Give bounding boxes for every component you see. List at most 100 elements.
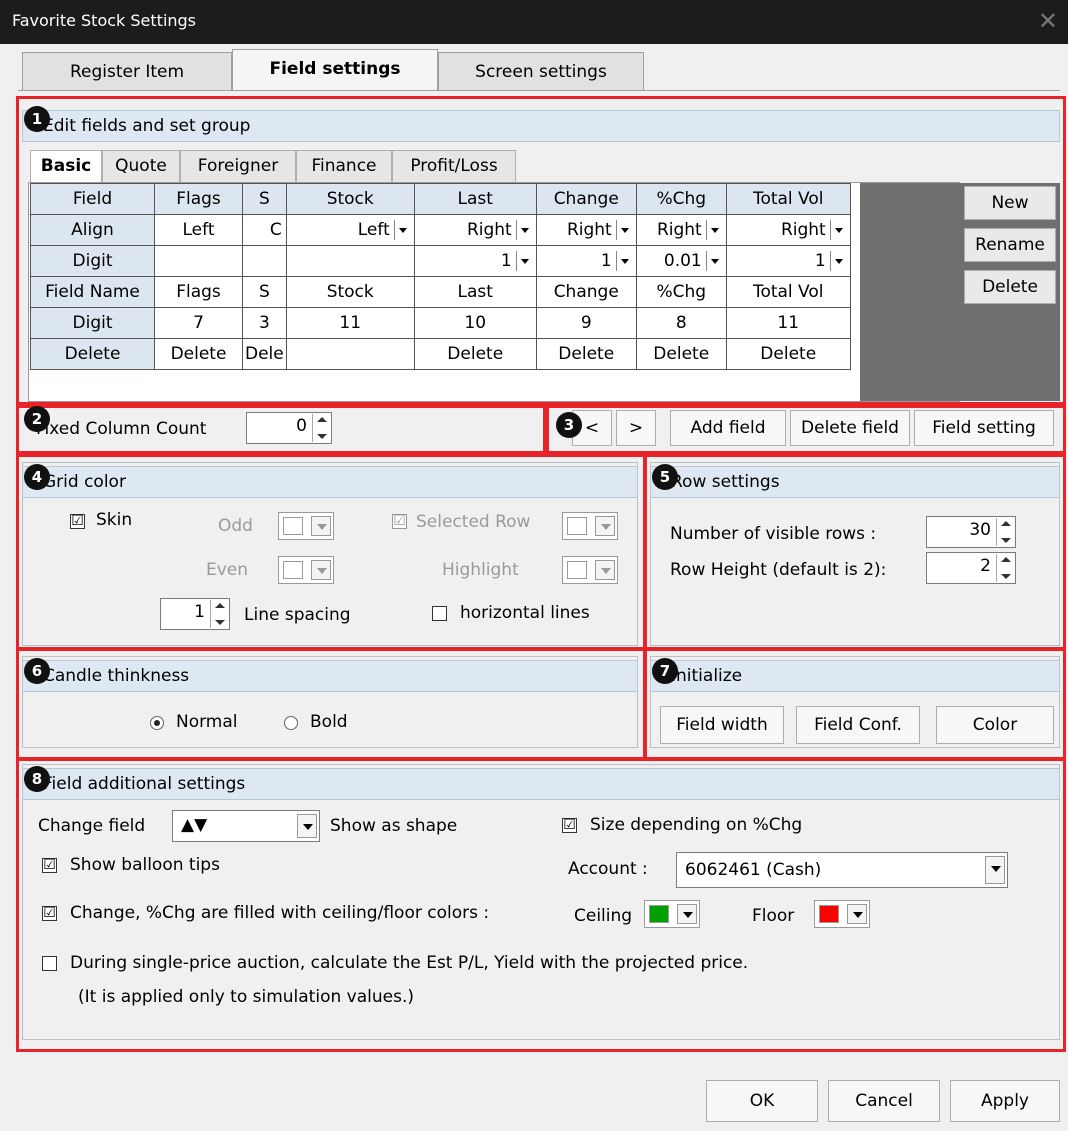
- field-conf-button[interactable]: Field Conf.: [796, 706, 920, 744]
- field-setting-button[interactable]: Field setting: [914, 410, 1054, 446]
- grid-cell[interactable]: Left: [154, 214, 243, 246]
- next-field-button[interactable]: >: [616, 410, 656, 446]
- normal-radio[interactable]: [150, 716, 164, 730]
- odd-color-picker[interactable]: [278, 512, 334, 540]
- skin-checkbox[interactable]: ☑: [70, 514, 85, 529]
- chevron-down-icon[interactable]: [705, 251, 722, 271]
- grid-cell[interactable]: S: [242, 276, 287, 308]
- chevron-down-icon[interactable]: [985, 856, 1005, 884]
- grid-cell[interactable]: Flags: [154, 276, 243, 308]
- spinner-arrows-icon[interactable]: [996, 518, 1014, 546]
- add-field-button[interactable]: Add field: [670, 410, 786, 446]
- chevron-down-icon[interactable]: [677, 904, 697, 924]
- delete-cell[interactable]: [285, 338, 415, 370]
- cancel-button[interactable]: Cancel: [828, 1080, 940, 1122]
- apply-button[interactable]: Apply: [950, 1080, 1060, 1122]
- floor-color-picker[interactable]: [814, 900, 870, 928]
- delete-field-button[interactable]: Delete field: [790, 410, 910, 446]
- selected-row-checkbox[interactable]: ☑: [392, 514, 407, 529]
- align-select[interactable]: Right: [635, 214, 727, 246]
- chevron-down-icon[interactable]: [615, 251, 632, 271]
- chevron-down-icon[interactable]: [829, 220, 846, 240]
- grid-cell[interactable]: 11: [725, 307, 851, 339]
- ok-button[interactable]: OK: [706, 1080, 818, 1122]
- grid-cell[interactable]: 7: [154, 307, 243, 339]
- delete-cell[interactable]: Delete: [413, 338, 537, 370]
- inner-tab-quote[interactable]: Quote: [102, 150, 180, 182]
- delete-cell[interactable]: Dele: [242, 338, 287, 370]
- grid-cell[interactable]: Total Vol: [725, 276, 851, 308]
- spinner-arrows-icon[interactable]: [996, 554, 1014, 582]
- grid-cell[interactable]: Total Vol: [725, 183, 851, 215]
- chevron-down-icon[interactable]: [829, 251, 846, 271]
- spinner-arrows-icon[interactable]: [312, 414, 330, 442]
- grid-cell[interactable]: Last: [413, 276, 537, 308]
- digit-select[interactable]: 1: [535, 245, 637, 277]
- grid-cell[interactable]: 10: [413, 307, 537, 339]
- chevron-down-icon[interactable]: [595, 560, 615, 580]
- tab-register-item[interactable]: Register Item: [22, 52, 232, 90]
- even-color-picker[interactable]: [278, 556, 334, 584]
- inner-tab-basic[interactable]: Basic: [30, 150, 102, 182]
- grid-cell[interactable]: Stock: [285, 276, 415, 308]
- chevron-down-icon[interactable]: [393, 220, 410, 240]
- grid-cell[interactable]: [242, 245, 287, 277]
- balloon-tips-checkbox[interactable]: ☑: [42, 858, 57, 873]
- rename-button[interactable]: Rename: [964, 228, 1056, 262]
- tab-field-settings[interactable]: Field settings: [232, 49, 438, 91]
- visible-rows-spinner[interactable]: 30: [926, 516, 1016, 548]
- chevron-down-icon[interactable]: [311, 516, 331, 536]
- close-icon[interactable]: ✕: [1038, 7, 1058, 35]
- digit-select[interactable]: 1: [413, 245, 537, 277]
- grid-cell[interactable]: 3: [242, 307, 287, 339]
- spinner-arrows-icon[interactable]: [210, 600, 228, 628]
- grid-cell[interactable]: S: [242, 183, 287, 215]
- inner-tab-finance[interactable]: Finance: [296, 150, 392, 182]
- align-select[interactable]: Right: [413, 214, 537, 246]
- grid-cell[interactable]: Change: [535, 276, 637, 308]
- size-depending-checkbox[interactable]: ☑: [562, 818, 577, 833]
- grid-cell[interactable]: [154, 245, 243, 277]
- delete-cell[interactable]: Delete: [154, 338, 243, 370]
- delete-cell[interactable]: Delete: [635, 338, 727, 370]
- auction-checkbox[interactable]: [42, 956, 57, 971]
- highlight-color-picker[interactable]: [562, 556, 618, 584]
- grid-cell[interactable]: C: [242, 214, 287, 246]
- grid-cell[interactable]: 9: [535, 307, 637, 339]
- delete-group-button[interactable]: Delete: [964, 270, 1056, 304]
- horizontal-lines-checkbox[interactable]: [432, 606, 447, 621]
- grid-cell[interactable]: %Chg: [635, 183, 727, 215]
- fixed-column-spinner[interactable]: 0: [246, 412, 332, 444]
- digit-select[interactable]: 1: [725, 245, 851, 277]
- ceiling-color-picker[interactable]: [644, 900, 700, 928]
- align-select[interactable]: Right: [725, 214, 851, 246]
- grid-cell[interactable]: Stock: [285, 183, 415, 215]
- inner-tab-profit-loss[interactable]: Profit/Loss: [392, 150, 516, 182]
- grid-cell[interactable]: [285, 245, 415, 277]
- grid-cell[interactable]: Last: [413, 183, 537, 215]
- ceiling-floor-checkbox[interactable]: ☑: [42, 906, 57, 921]
- chevron-down-icon[interactable]: [515, 251, 532, 271]
- grid-cell[interactable]: Flags: [154, 183, 243, 215]
- chevron-down-icon[interactable]: [297, 814, 317, 838]
- change-field-select[interactable]: ▲▼: [172, 810, 320, 842]
- chevron-down-icon[interactable]: [615, 220, 632, 240]
- delete-cell[interactable]: Delete: [725, 338, 851, 370]
- color-button[interactable]: Color: [936, 706, 1054, 744]
- delete-cell[interactable]: Delete: [535, 338, 637, 370]
- chevron-down-icon[interactable]: [311, 560, 331, 580]
- row-height-spinner[interactable]: 2: [926, 552, 1016, 584]
- chevron-down-icon[interactable]: [705, 220, 722, 240]
- field-width-button[interactable]: Field width: [660, 706, 784, 744]
- chevron-down-icon[interactable]: [515, 220, 532, 240]
- tab-screen-settings[interactable]: Screen settings: [438, 52, 644, 90]
- inner-tab-foreigner[interactable]: Foreigner: [180, 150, 296, 182]
- line-spacing-spinner[interactable]: 1: [160, 598, 230, 630]
- digit-select[interactable]: 0.01: [635, 245, 727, 277]
- grid-cell[interactable]: 8: [635, 307, 727, 339]
- bold-radio[interactable]: [284, 716, 298, 730]
- chevron-down-icon[interactable]: [847, 904, 867, 924]
- chevron-down-icon[interactable]: [595, 516, 615, 536]
- grid-cell[interactable]: Change: [535, 183, 637, 215]
- selected-row-color-picker[interactable]: [562, 512, 618, 540]
